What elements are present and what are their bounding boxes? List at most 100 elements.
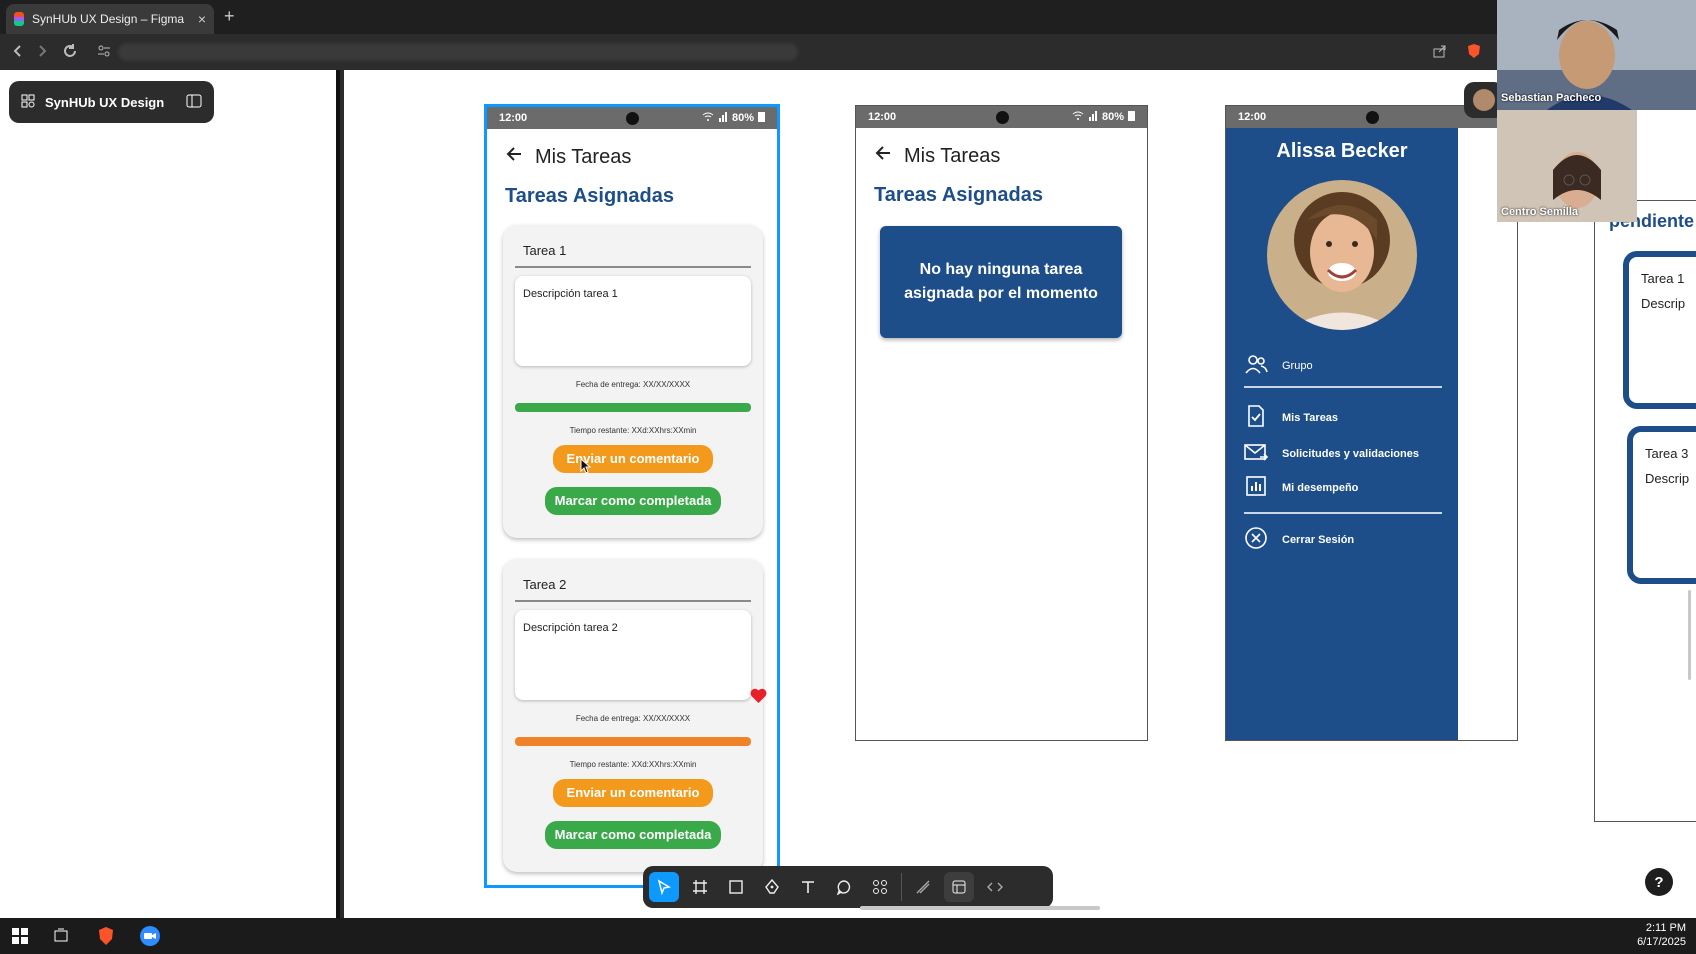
mark-complete-button[interactable]: Marcar como completada xyxy=(545,821,721,849)
task-description: Descrip xyxy=(1645,471,1690,486)
video-tile-participant1[interactable]: Sebastian Pacheco xyxy=(1497,0,1696,110)
toolbar-divider xyxy=(901,873,902,901)
progress-bar xyxy=(515,737,751,746)
menu-divider xyxy=(1244,386,1442,388)
phone-frame-side-menu[interactable]: 12:00 Alissa Becker Grupo Mis Tareas Sol… xyxy=(1225,105,1518,741)
task-title: Tarea 1 xyxy=(1641,271,1685,286)
system-clock[interactable]: 2:11 PM 6/17/2025 xyxy=(1637,921,1686,949)
dev-mode-icon[interactable] xyxy=(980,872,1010,902)
reload-icon[interactable] xyxy=(62,43,78,64)
wifi-icon xyxy=(702,112,714,125)
draw-mode-icon[interactable] xyxy=(908,872,938,902)
help-button[interactable]: ? xyxy=(1645,868,1673,896)
status-bar: 12:00 80% xyxy=(856,106,1147,128)
status-time: 12:00 xyxy=(868,111,897,123)
phone-frame-task-list[interactable]: 12:00 80% Mis Tareas Tareas Asignadas Ta… xyxy=(484,104,780,888)
menu-label: Mis Tareas xyxy=(1282,411,1339,424)
figma-layers-panel xyxy=(0,70,340,918)
text-tool-icon[interactable] xyxy=(793,872,823,902)
heart-reaction-icon xyxy=(750,688,767,709)
menu-item-performance[interactable]: Mi desempeño xyxy=(1244,474,1358,501)
menu-item-group[interactable]: Grupo xyxy=(1244,352,1313,379)
task-card: Tarea 1 Descrip xyxy=(1623,251,1696,409)
section-title: Tareas Asignadas xyxy=(874,184,1043,206)
file-name-badge[interactable]: SynHUb UX Design xyxy=(9,81,214,123)
status-time: 12:00 xyxy=(499,112,528,124)
task-card: Tarea 3 Descrip xyxy=(1627,426,1696,584)
task-title: Tarea 3 xyxy=(1645,446,1689,461)
menu-item-my-tasks[interactable]: Mis Tareas xyxy=(1244,404,1338,431)
task-title: Tarea 1 xyxy=(515,225,751,268)
sidebar-toggle-icon[interactable] xyxy=(186,94,202,111)
os-taskbar xyxy=(0,918,1696,954)
menu-item-logout[interactable]: Cerrar Sesión xyxy=(1244,526,1354,553)
task-card: Tarea 2 Descripción tarea 2 Fecha de ent… xyxy=(503,559,763,872)
task-view-icon[interactable] xyxy=(49,924,73,948)
brave-browser-icon[interactable] xyxy=(94,924,118,948)
bar-chart-icon xyxy=(1244,474,1268,501)
battery-icon xyxy=(1128,110,1135,124)
signal-icon xyxy=(1088,110,1098,124)
share-icon[interactable] xyxy=(1432,43,1448,64)
participant-name: Sebastian Pacheco xyxy=(1501,92,1602,104)
battery-text: 80% xyxy=(731,112,754,124)
menu-label: Cerrar Sesión xyxy=(1282,533,1355,546)
back-icon[interactable] xyxy=(10,43,26,64)
group-icon xyxy=(1244,352,1268,379)
send-comment-button[interactable]: Enviar un comentario xyxy=(553,779,713,807)
forward-icon[interactable] xyxy=(34,43,50,64)
wifi-icon xyxy=(1072,111,1084,124)
battery-text: 80% xyxy=(1101,111,1124,123)
figma-menu-icon[interactable] xyxy=(21,94,35,111)
move-tool-icon[interactable] xyxy=(649,872,679,902)
task-description: Descripción tarea 1 xyxy=(515,276,751,366)
due-date: Fecha de entrega: XX/XX/XXXX xyxy=(575,380,691,389)
back-arrow-icon[interactable] xyxy=(874,144,892,168)
site-settings-icon[interactable] xyxy=(96,43,112,64)
participant-name: Centro Semilla xyxy=(1501,206,1579,218)
close-circle-icon xyxy=(1244,526,1268,553)
task-description: Descrip xyxy=(1641,296,1686,311)
figma-toolbar xyxy=(643,866,1053,908)
mouse-cursor-icon xyxy=(580,457,592,479)
progress-bar xyxy=(515,403,751,412)
pen-tool-icon[interactable] xyxy=(757,872,787,902)
phone-frame-pending-partial[interactable]: pendiente Tarea 1 Descrip Tarea 3 Descri… xyxy=(1594,200,1696,822)
mark-complete-button[interactable]: Marcar como completada xyxy=(545,487,721,515)
mail-icon xyxy=(1244,440,1269,467)
avatar xyxy=(1473,89,1495,111)
menu-label: Grupo xyxy=(1282,359,1313,372)
user-name: Alissa Becker xyxy=(1276,140,1408,162)
camera-notch xyxy=(1365,111,1379,124)
back-arrow-icon[interactable] xyxy=(505,145,523,169)
brave-shield-icon[interactable] xyxy=(1466,43,1482,64)
menu-item-requests[interactable]: Solicitudes y validaciones xyxy=(1244,440,1419,467)
clock-date: 6/17/2025 xyxy=(1637,936,1686,948)
horizontal-scrollbar[interactable] xyxy=(860,906,1100,910)
status-time: 12:00 xyxy=(1238,111,1267,123)
menu-label: Solicitudes y validaciones xyxy=(1282,447,1419,460)
design-mode-icon[interactable] xyxy=(944,872,974,902)
frame-tool-icon[interactable] xyxy=(685,872,715,902)
new-tab-button[interactable]: + xyxy=(224,6,235,27)
url-field[interactable] xyxy=(118,43,798,61)
phone-frame-empty-state[interactable]: 12:00 80% Mis Tareas Tareas Asignadas No… xyxy=(855,105,1148,741)
file-name: SynHUb UX Design xyxy=(45,94,165,110)
browser-tab[interactable]: SynHUb UX Design – Figma × xyxy=(6,4,214,34)
video-tile-participant2[interactable]: Centro Semilla xyxy=(1497,110,1637,222)
avatar xyxy=(1267,180,1417,330)
menu-divider xyxy=(1244,512,1442,514)
actions-tool-icon[interactable] xyxy=(865,872,895,902)
send-comment-button[interactable]: Enviar un comentario xyxy=(553,445,713,473)
status-bar: 12:00 80% xyxy=(487,107,777,129)
tab-title: SynHUb UX Design – Figma xyxy=(32,12,185,26)
due-date: Fecha de entrega: XX/XX/XXXX xyxy=(575,714,691,723)
rectangle-tool-icon[interactable] xyxy=(721,872,751,902)
close-tab-icon[interactable]: × xyxy=(198,11,206,27)
zoom-app-icon[interactable] xyxy=(138,924,162,948)
windows-start-icon[interactable] xyxy=(8,924,32,948)
side-drawer: Alissa Becker Grupo Mis Tareas Solicitud… xyxy=(1226,128,1458,740)
comment-tool-icon[interactable] xyxy=(829,872,859,902)
vertical-scrollbar[interactable] xyxy=(1688,590,1691,680)
camera-notch xyxy=(626,112,639,125)
